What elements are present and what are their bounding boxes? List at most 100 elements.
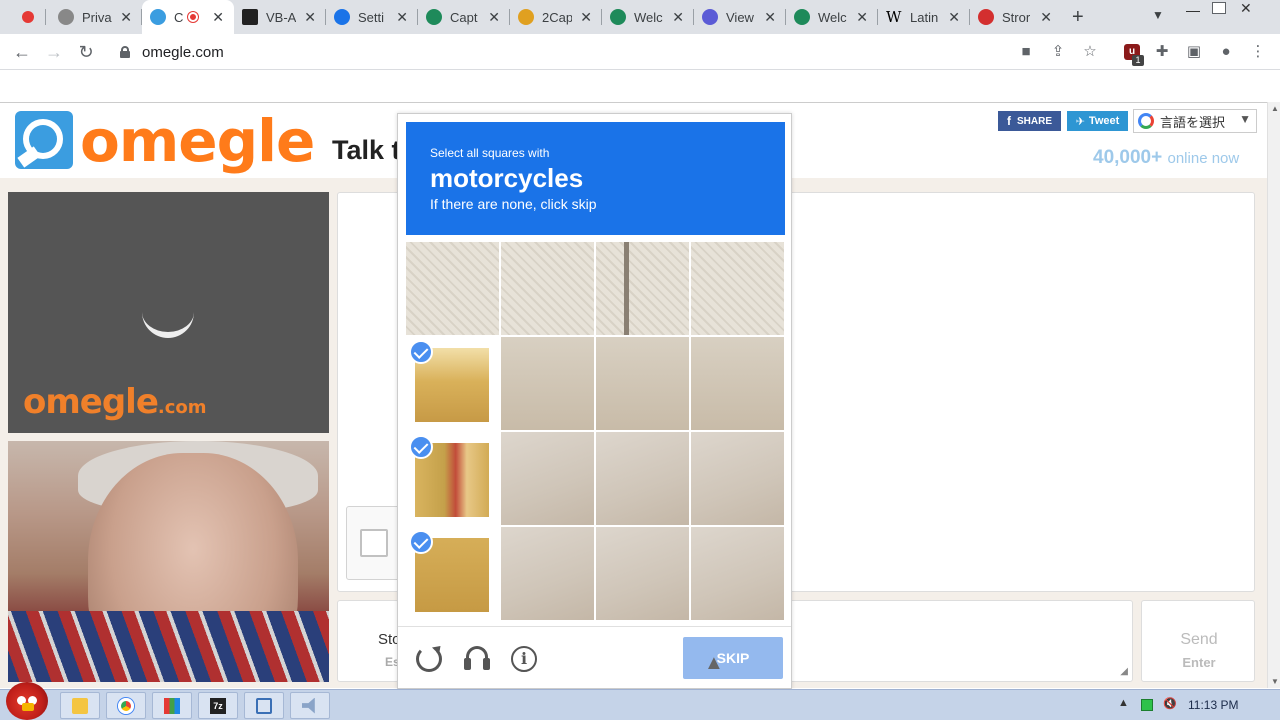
- tab-welcome-2[interactable]: Welc ✕: [786, 0, 878, 34]
- recaptcha-checkbox[interactable]: [360, 529, 388, 557]
- headphones-icon[interactable]: [464, 646, 490, 672]
- twitter-tweet-button[interactable]: ✈ Tweet: [1067, 111, 1128, 131]
- extensions-puzzle-icon[interactable]: ✚: [1153, 43, 1171, 61]
- tray-expand-icon[interactable]: ▲: [1118, 697, 1129, 709]
- grid-tile[interactable]: [501, 337, 594, 430]
- close-tab-icon[interactable]: ✕: [672, 9, 684, 26]
- close-tab-icon[interactable]: ✕: [120, 9, 132, 26]
- taskbar-chrome-icon[interactable]: [106, 692, 146, 719]
- tab-view[interactable]: View ✕: [694, 0, 786, 34]
- close-tab-icon[interactable]: ✕: [764, 9, 776, 26]
- tab-settings[interactable]: Setti ✕: [326, 0, 418, 34]
- tab-recording[interactable]: [6, 0, 46, 34]
- taskbar-folder-icon[interactable]: [60, 692, 100, 719]
- reload-challenge-icon[interactable]: [416, 646, 442, 672]
- grid-tile[interactable]: [691, 242, 784, 335]
- message-input[interactable]: ◢: [780, 600, 1133, 682]
- chevron-down-icon: ▼: [1239, 112, 1251, 126]
- p-favicon-icon: [978, 9, 994, 25]
- facebook-share-button[interactable]: f SHARE: [998, 111, 1061, 131]
- tab-omegle[interactable]: C ✕: [142, 0, 234, 34]
- omegle-logo-text[interactable]: omegle: [80, 107, 315, 175]
- address-bar[interactable]: omegle.com: [108, 38, 1008, 66]
- tab-2captcha[interactable]: 2Cap ✕: [510, 0, 602, 34]
- forward-icon[interactable]: →: [42, 40, 66, 64]
- close-tab-icon[interactable]: ✕: [304, 9, 316, 26]
- grid-tile[interactable]: [596, 242, 689, 335]
- grid-tile[interactable]: [501, 242, 594, 335]
- close-tab-icon[interactable]: ✕: [488, 9, 500, 26]
- google-g-icon: [1138, 113, 1154, 129]
- side-panel-icon[interactable]: ▣: [1185, 43, 1203, 61]
- bookmark-star-icon[interactable]: ☆: [1081, 43, 1099, 61]
- grid-tile[interactable]: [596, 337, 689, 430]
- close-tab-icon[interactable]: ✕: [948, 9, 960, 26]
- grid-tile[interactable]: [691, 337, 784, 430]
- tab-welcome-1[interactable]: Welc ✕: [602, 0, 694, 34]
- minimize-icon[interactable]: [1186, 2, 1200, 12]
- checkmark-icon: [409, 340, 433, 364]
- grid-tile-selected[interactable]: [406, 337, 499, 430]
- tab-captcha[interactable]: Capt ✕: [418, 0, 510, 34]
- challenge-hint: If there are none, click skip: [430, 196, 597, 212]
- tab-stror[interactable]: Stror ✕: [970, 0, 1062, 34]
- skip-button[interactable]: SKIP: [683, 637, 783, 679]
- omegle-logo-icon[interactable]: [15, 111, 73, 169]
- self-video: [8, 441, 329, 682]
- tab-vb-audio[interactable]: VB-A ✕: [234, 0, 326, 34]
- close-tab-icon[interactable]: ✕: [856, 9, 868, 26]
- taskbar-mixer-icon[interactable]: [152, 692, 192, 719]
- loading-spinner-icon: [142, 312, 194, 338]
- grid-tile[interactable]: [596, 432, 689, 525]
- camera-icon[interactable]: ■: [1017, 43, 1035, 61]
- at-favicon-icon: [702, 9, 718, 25]
- grid-tile[interactable]: [596, 527, 689, 620]
- tab-private[interactable]: Priva ✕: [50, 0, 142, 34]
- tab-wikipedia[interactable]: W Latin ✕: [878, 0, 970, 34]
- close-window-icon[interactable]: ✕: [1240, 0, 1252, 17]
- taskbar-clock[interactable]: 11:13 PM: [1188, 698, 1238, 712]
- globe-icon: [58, 9, 74, 25]
- recording-indicator-icon: [188, 12, 198, 22]
- lock-icon[interactable]: [120, 46, 130, 58]
- tab-search-icon[interactable]: ▼: [1152, 8, 1164, 22]
- scroll-down-icon[interactable]: ▼: [1271, 677, 1279, 686]
- scroll-up-icon[interactable]: ▲: [1271, 104, 1279, 113]
- stranger-video: omegle.com: [8, 192, 329, 433]
- challenge-prompt-small: Select all squares with: [430, 146, 550, 160]
- grid-tile[interactable]: [691, 527, 784, 620]
- close-tab-icon[interactable]: ✕: [396, 9, 408, 26]
- share-icon[interactable]: ⇪: [1049, 43, 1067, 61]
- gear-icon: [334, 9, 350, 25]
- challenge-grid: [406, 242, 784, 620]
- page-scrollbar[interactable]: ▲ ▼: [1267, 102, 1280, 688]
- google-translate-select[interactable]: 言語を選択 ▼: [1133, 109, 1257, 133]
- close-tab-icon[interactable]: ✕: [1040, 9, 1052, 26]
- taskbar-network-icon[interactable]: [244, 692, 284, 719]
- grid-tile-selected[interactable]: [406, 432, 499, 525]
- info-icon[interactable]: i: [511, 646, 537, 672]
- grid-tile[interactable]: [691, 432, 784, 525]
- grid-tile[interactable]: [501, 527, 594, 620]
- start-button-angry-bird-icon[interactable]: [6, 682, 48, 720]
- taskbar-7zip-icon[interactable]: 7z: [198, 692, 238, 719]
- grid-tile[interactable]: [501, 432, 594, 525]
- new-tab-button[interactable]: +: [1072, 6, 1084, 29]
- back-icon[interactable]: ←: [10, 40, 34, 64]
- close-tab-icon[interactable]: ✕: [212, 9, 224, 26]
- close-tab-icon[interactable]: ✕: [580, 9, 592, 26]
- send-button[interactable]: Send Enter: [1141, 600, 1255, 682]
- grid-tile[interactable]: [406, 242, 499, 335]
- resize-grip-icon[interactable]: ◢: [1120, 666, 1128, 677]
- restore-icon[interactable]: [1212, 2, 1226, 14]
- reload-icon[interactable]: ↻: [74, 40, 98, 64]
- challenge-footer: i SKIP ▲: [398, 626, 791, 688]
- grid-tile-selected[interactable]: [406, 527, 499, 620]
- stop-button[interactable]: Stop Esc: [337, 600, 409, 682]
- tray-network-icon[interactable]: [1141, 699, 1153, 711]
- tray-volume-muted-icon[interactable]: 🔇: [1163, 697, 1177, 710]
- profile-avatar-icon[interactable]: ●: [1217, 43, 1235, 61]
- menu-kebab-icon[interactable]: ⋮: [1249, 43, 1267, 61]
- taskbar-volume-app-icon[interactable]: [290, 692, 330, 719]
- wikipedia-icon: W: [886, 8, 902, 26]
